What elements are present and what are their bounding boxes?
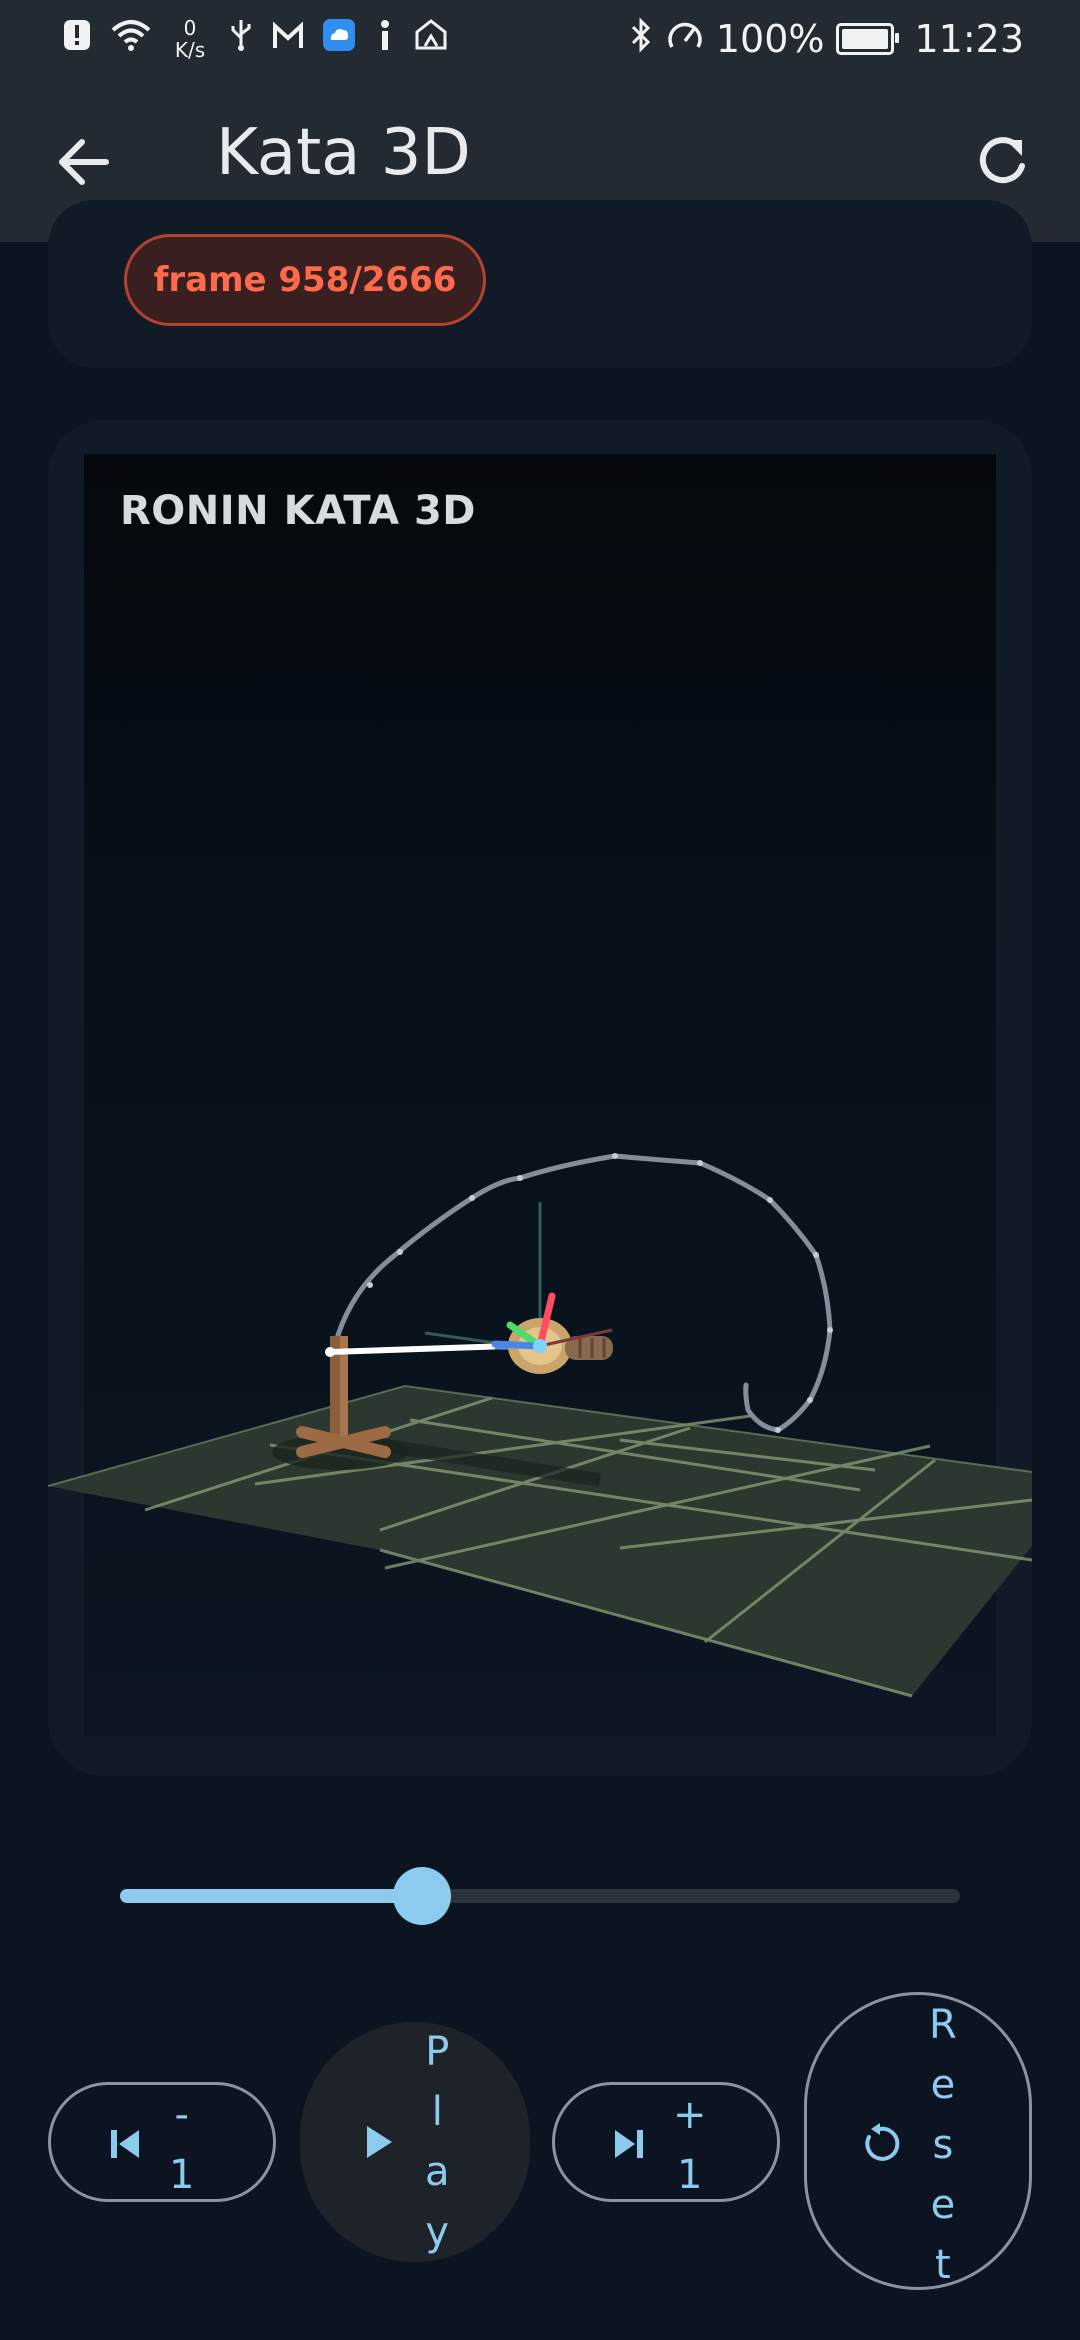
home-app-icon: [414, 17, 448, 61]
play-icon: [367, 2126, 392, 2158]
wifi-icon: [110, 17, 152, 61]
info-icon: [374, 17, 396, 61]
skip-next-icon: [615, 2130, 643, 2158]
timeline-slider-thumb[interactable]: [392, 1867, 451, 1925]
status-time: 11:23: [914, 17, 1024, 61]
play-label: P l a y: [425, 2029, 450, 2255]
step-forward-button[interactable]: + 1: [552, 2082, 780, 2202]
net-speed: 0 K/s: [170, 17, 210, 61]
bluetooth-icon: [628, 16, 654, 62]
refresh-icon: [979, 137, 1025, 184]
battery-percent: 100%: [715, 17, 825, 61]
frame-counter-badge: frame 958/2666: [124, 234, 486, 326]
play-button[interactable]: P l a y: [300, 2022, 530, 2262]
reset-label: R e s e t: [929, 2002, 957, 2288]
mail-icon: [272, 17, 304, 61]
back-button[interactable]: [52, 130, 116, 194]
cloud-icon: [322, 17, 356, 61]
arrow-left-icon: [59, 139, 109, 185]
net-speed-value: 0: [183, 16, 197, 40]
usb-icon: [228, 17, 254, 61]
scene-canvas[interactable]: [84, 454, 996, 1736]
reset-icon: [865, 2123, 900, 2161]
refresh-button[interactable]: [970, 128, 1036, 194]
scene-title: RONIN KATA 3D: [120, 488, 477, 534]
step-back-label: - 1: [169, 2092, 195, 2198]
battery-icon: [836, 23, 900, 55]
net-speed-unit: K/s: [174, 38, 206, 62]
speedometer-icon: [666, 17, 704, 62]
status-bar: 0 K/s 100% 11:23: [0, 0, 1080, 78]
page-title: Kata 3D: [216, 116, 471, 190]
step-forward-label: + 1: [673, 2092, 707, 2198]
step-back-button[interactable]: - 1: [48, 2082, 276, 2202]
reset-button[interactable]: R e s e t: [804, 1992, 1032, 2290]
alert-icon: [62, 17, 92, 61]
timeline-slider-progress: [120, 1889, 422, 1903]
skip-previous-icon: [111, 2130, 139, 2158]
